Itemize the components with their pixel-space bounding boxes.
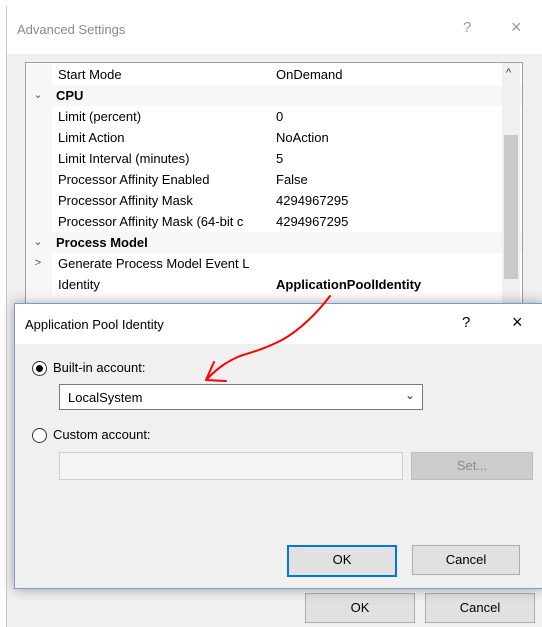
property-name: Identity [58,277,100,292]
application-pool-identity-dialog: Application Pool Identity ? × Built-in a… [14,303,542,589]
expand-toggle-icon[interactable]: > [32,253,44,274]
property-value: 5 [276,151,284,166]
property-value: 4294967295 [276,214,349,229]
property-value: 4294967295 [276,193,349,208]
property-name: Process Model [56,235,148,250]
row-gutter [26,148,52,169]
row-gutter [26,169,52,190]
row-gutter [26,106,52,127]
help-button[interactable]: ? [463,19,471,36]
property-name: Limit (percent) [58,109,142,124]
property-value: OnDemand [276,67,343,82]
advanced-cancel-button[interactable]: Cancel [425,593,535,623]
builtin-account-radio[interactable] [32,361,47,376]
row-gutter [26,190,52,211]
property-category[interactable]: ⌄ Process Model [26,232,522,253]
property-grid-scrollbar[interactable]: ^ [502,63,520,308]
advanced-settings-titlebar: Advanced Settings ? × [7,6,542,54]
custom-account-field[interactable] [59,452,403,480]
property-row[interactable]: Processor Affinity Mask 4294967295 [26,190,522,211]
property-row[interactable]: Processor Affinity Enabled False [26,169,522,190]
row-gutter [26,274,52,295]
property-name: Limit Interval (minutes) [58,151,190,166]
set-button[interactable]: Set... [411,452,533,480]
advanced-settings-title: Advanced Settings [17,22,126,37]
property-name: Processor Affinity Mask (64-bit c [58,214,244,229]
scroll-up-icon[interactable]: ^ [506,67,511,79]
property-name: Processor Affinity Mask [58,193,193,208]
dialog-close-button[interactable]: × [512,312,523,333]
builtin-account-value: LocalSystem [68,390,143,405]
row-gutter [26,127,52,148]
advanced-ok-button[interactable]: OK [305,593,415,623]
property-grid: Start Mode OnDemand ⌄ CPU Limit (percent) 0 Li… [25,62,523,310]
scrollbar-thumb[interactable] [504,135,518,279]
property-name: Generate Process Model Event L [58,256,250,271]
row-gutter [26,211,52,232]
property-row[interactable]: > Generate Process Model Event L [26,253,522,274]
custom-account-label[interactable]: Custom account: [53,427,151,442]
property-value: ApplicationPoolIdentity [276,277,422,292]
property-name: Limit Action [58,130,125,145]
row-gutter [26,64,52,85]
property-name: Processor Affinity Enabled [58,172,210,187]
property-row[interactable]: Limit Action NoAction [26,127,522,148]
property-row[interactable]: Identity ApplicationPoolIdentity [26,274,522,295]
property-value: False [276,172,308,187]
builtin-account-label[interactable]: Built-in account: [53,360,146,375]
dialog-ok-button[interactable]: OK [287,545,397,577]
close-button[interactable]: × [511,17,522,38]
expand-toggle-icon[interactable]: ⌄ [32,232,44,253]
expand-toggle-icon[interactable]: ⌄ [32,85,44,106]
property-category[interactable]: ⌄ CPU [26,85,522,106]
dialog-title: Application Pool Identity [25,317,164,332]
property-row[interactable]: Start Mode OnDemand [26,64,522,85]
property-value: NoAction [276,130,329,145]
dialog-cancel-button[interactable]: Cancel [412,545,520,575]
dialog-help-button[interactable]: ? [462,314,470,331]
builtin-account-select[interactable]: LocalSystem ⌄ [59,384,423,410]
chevron-down-icon: ⌄ [405,388,416,402]
property-name: CPU [56,88,84,103]
property-row[interactable]: Processor Affinity Mask (64-bit c 4294967… [26,211,522,232]
property-value: 0 [276,109,284,124]
property-row[interactable]: Limit Interval (minutes) 5 [26,148,522,169]
property-row[interactable]: Limit (percent) 0 [26,106,522,127]
custom-account-radio[interactable] [32,428,47,443]
property-name: Start Mode [58,67,122,82]
dialog-titlebar: Application Pool Identity ? × [15,304,542,344]
